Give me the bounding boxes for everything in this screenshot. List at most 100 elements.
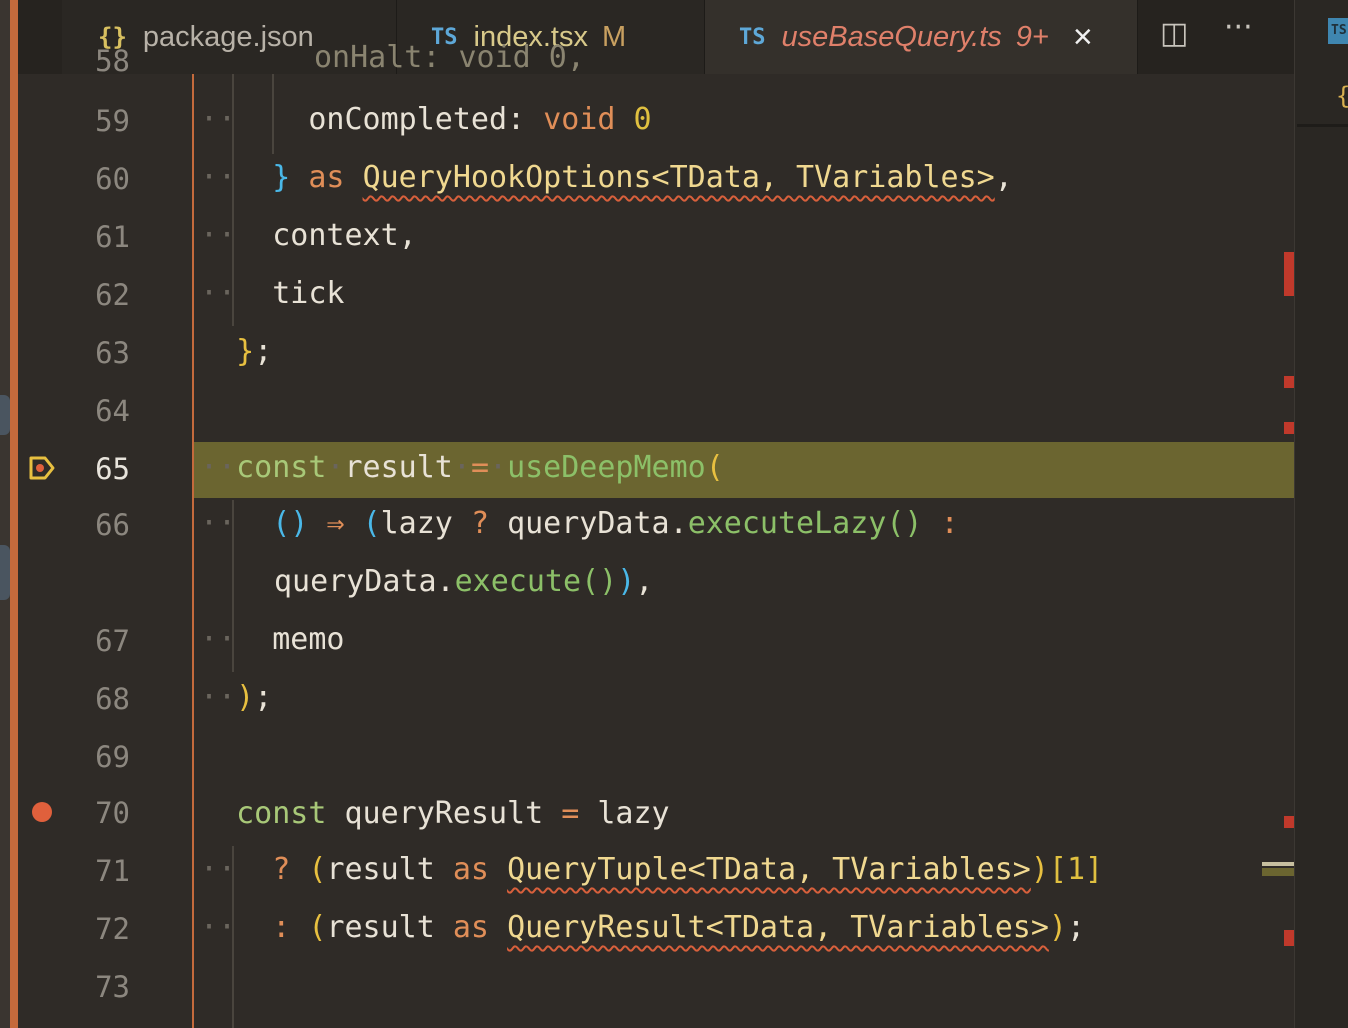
code-line-67: ·· memo <box>200 622 345 657</box>
line-number: 72 <box>95 912 130 946</box>
code-token: useDeepMemo <box>507 450 706 485</box>
code-token: , <box>635 564 654 599</box>
code-line-60: ·· } as QueryHookOptions<TData, TVariabl… <box>200 160 1013 195</box>
code-token: queryData. <box>274 564 455 599</box>
line-number: 64 <box>95 394 130 428</box>
code-token: execute <box>454 564 582 599</box>
code-token-error: QueryResult<TData, TVariables> <box>507 910 1049 945</box>
code-token: ; <box>254 680 273 715</box>
code-token: : <box>272 910 291 945</box>
overview-ruler-error-mark[interactable] <box>1284 422 1294 434</box>
code-line-61: ·· context, <box>200 218 417 253</box>
code-token-error: QueryHookOptions<TData, TVariables> <box>362 160 995 195</box>
code-token: ( <box>308 910 327 945</box>
code-token: ? <box>272 852 291 887</box>
editor-actions: ◫ ··· <box>1140 0 1294 74</box>
code-token: [1] <box>1048 852 1104 887</box>
secondary-code-brace: { <box>1336 82 1348 110</box>
code-line-65: ··const·result·=·useDeepMemo( <box>200 450 724 485</box>
modified-badge: M <box>601 20 627 53</box>
code-token: ) <box>1030 852 1049 887</box>
code-token: , <box>994 160 1013 195</box>
code-token: ⇒ <box>326 506 345 541</box>
overview-ruler-cursor-mark <box>1262 862 1294 866</box>
code-token: tick <box>272 276 345 311</box>
code-token: result <box>326 852 435 887</box>
edge-tab-handle[interactable] <box>0 395 10 435</box>
code-token: queryResult <box>344 796 544 831</box>
code-line-59: ·· onCompleted: void 0 <box>200 102 652 137</box>
line-number: 70 <box>95 796 130 830</box>
line-number: 61 <box>95 220 130 254</box>
code-token: () <box>272 506 309 541</box>
breakpoint-current-icon[interactable] <box>28 454 56 482</box>
code-token: const <box>236 450 327 485</box>
more-actions-icon[interactable]: ··· <box>1224 10 1253 45</box>
code-line-66: ·· () ⇒ (lazy ? queryData.executeLazy() … <box>200 506 959 541</box>
code-token-error: QueryTuple<TData, TVariables> <box>507 852 1031 887</box>
code-token: onCompleted: <box>308 102 526 137</box>
code-token: as <box>452 852 489 887</box>
code-token: ( <box>705 450 724 485</box>
code-token: ( <box>362 506 381 541</box>
line-number: 63 <box>95 336 130 370</box>
overview-ruler-error-mark[interactable] <box>1284 252 1294 296</box>
code-token: as <box>308 160 345 195</box>
code-token: queryData. <box>507 506 688 541</box>
breakpoint-icon[interactable] <box>32 802 52 822</box>
overview-ruler-error-mark[interactable] <box>1284 930 1294 946</box>
tab-usebasequery-ts[interactable]: TS useBaseQuery.ts 9+ × <box>705 0 1138 74</box>
edge-tab-handle[interactable] <box>0 545 10 600</box>
code-line-68: ··); <box>200 680 273 715</box>
line-number: 60 <box>95 162 130 196</box>
line-number: 67 <box>95 624 130 658</box>
code-token: ) <box>1048 910 1067 945</box>
code-token: result <box>326 910 435 945</box>
line-number: 71 <box>95 854 130 888</box>
line-number: 73 <box>95 970 130 1004</box>
code-token: lazy <box>597 796 670 831</box>
code-token: context, <box>272 218 417 253</box>
code-token: ; <box>254 334 273 369</box>
line-number: 69 <box>95 740 130 774</box>
code-token: ; <box>1066 910 1086 945</box>
code-line-62: ·· tick <box>200 276 345 311</box>
typescript-file-icon: TS <box>1328 18 1348 44</box>
code-token: 0 <box>633 102 652 137</box>
line-number: 68 <box>95 682 130 716</box>
overview-ruler-error-mark[interactable] <box>1284 376 1294 388</box>
secondary-divider <box>1297 124 1348 127</box>
code-token: memo <box>272 622 345 657</box>
typescript-file-icon: TS <box>739 24 766 50</box>
code-token: executeLazy <box>687 506 887 541</box>
code-token: = <box>470 450 489 485</box>
tab-label: useBaseQuery.ts <box>781 20 1002 53</box>
overview-ruler-error-mark[interactable] <box>1284 816 1294 828</box>
code-line-72: ·· : (result as QueryResult<TData, TVari… <box>200 910 1086 945</box>
code-token: ? <box>470 506 489 541</box>
code-token: () <box>886 506 923 541</box>
code-token: ) <box>236 680 255 715</box>
close-tab-icon[interactable]: × <box>1073 18 1093 57</box>
code-token: as <box>452 910 489 945</box>
code-line-58: onHalt: void 0, <box>314 40 585 75</box>
code-line-70: const queryResult = lazy <box>200 796 670 831</box>
code-line-66-wrap: queryData.execute()), <box>274 564 653 599</box>
code-token: : <box>940 506 959 541</box>
split-editor-icon[interactable]: ◫ <box>1160 16 1188 51</box>
problem-count-badge: 9+ <box>1015 20 1049 53</box>
gutter-change-indicator <box>192 74 194 1028</box>
code-token: = <box>561 796 580 831</box>
line-number: 66 <box>95 508 130 542</box>
code-token: } <box>272 160 291 195</box>
code-token: ) <box>617 564 636 599</box>
line-number: 58 <box>95 44 130 78</box>
line-number: 59 <box>95 104 130 138</box>
overview-ruler-selection-mark <box>1262 868 1294 876</box>
code-token: result <box>344 450 453 485</box>
code-token: () <box>581 564 618 599</box>
secondary-editor-group <box>1294 0 1348 1028</box>
code-token: ( <box>308 852 327 887</box>
line-number: 62 <box>95 278 130 312</box>
code-line-71: ·· ? (result as QueryTuple<TData, TVaria… <box>200 852 1104 887</box>
